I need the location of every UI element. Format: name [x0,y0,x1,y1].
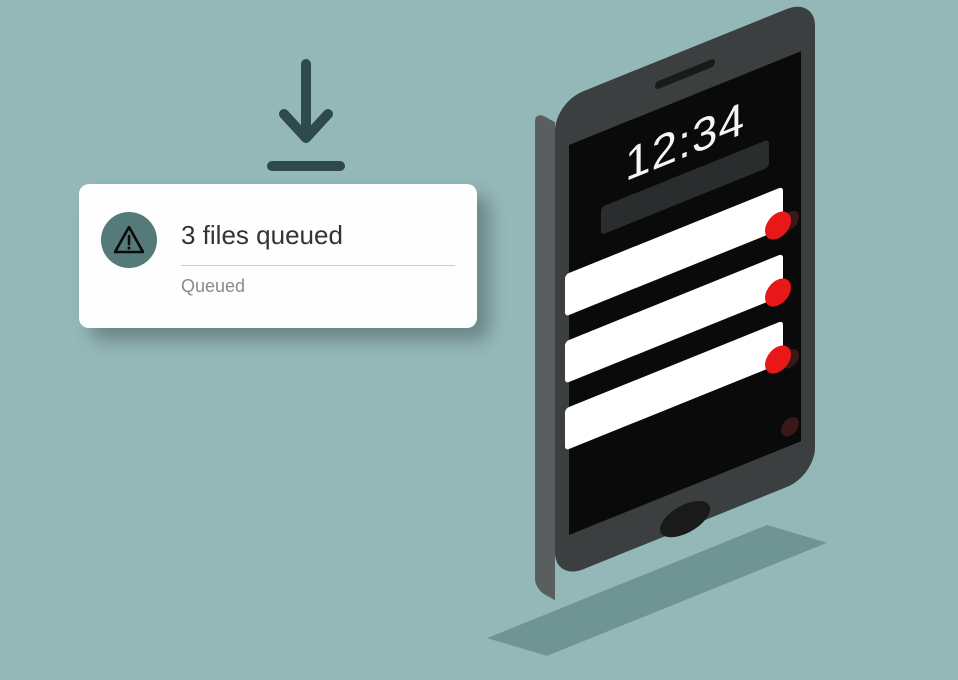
phone-speaker [655,58,715,90]
download-notification-card[interactable]: 3 files queued Queued [79,184,477,328]
notification-content: 3 files queued Queued [181,208,455,297]
home-button-icon [660,494,710,544]
alert-dot-icon [765,207,791,244]
download-icon [264,58,348,178]
dim-dot-icon [781,414,799,439]
alert-dot-icon [765,341,791,378]
notification-status: Queued [181,276,455,297]
phone-side [535,111,555,600]
alert-dot-icon [765,274,791,311]
notification-icon-circle [101,212,157,268]
phone-illustration: 12:34 [555,0,875,523]
phone-screen: 12:34 [569,51,801,535]
warning-triangle-icon [114,226,144,254]
notification-title: 3 files queued [181,220,455,251]
divider [181,265,455,266]
phone-body: 12:34 [555,0,815,581]
